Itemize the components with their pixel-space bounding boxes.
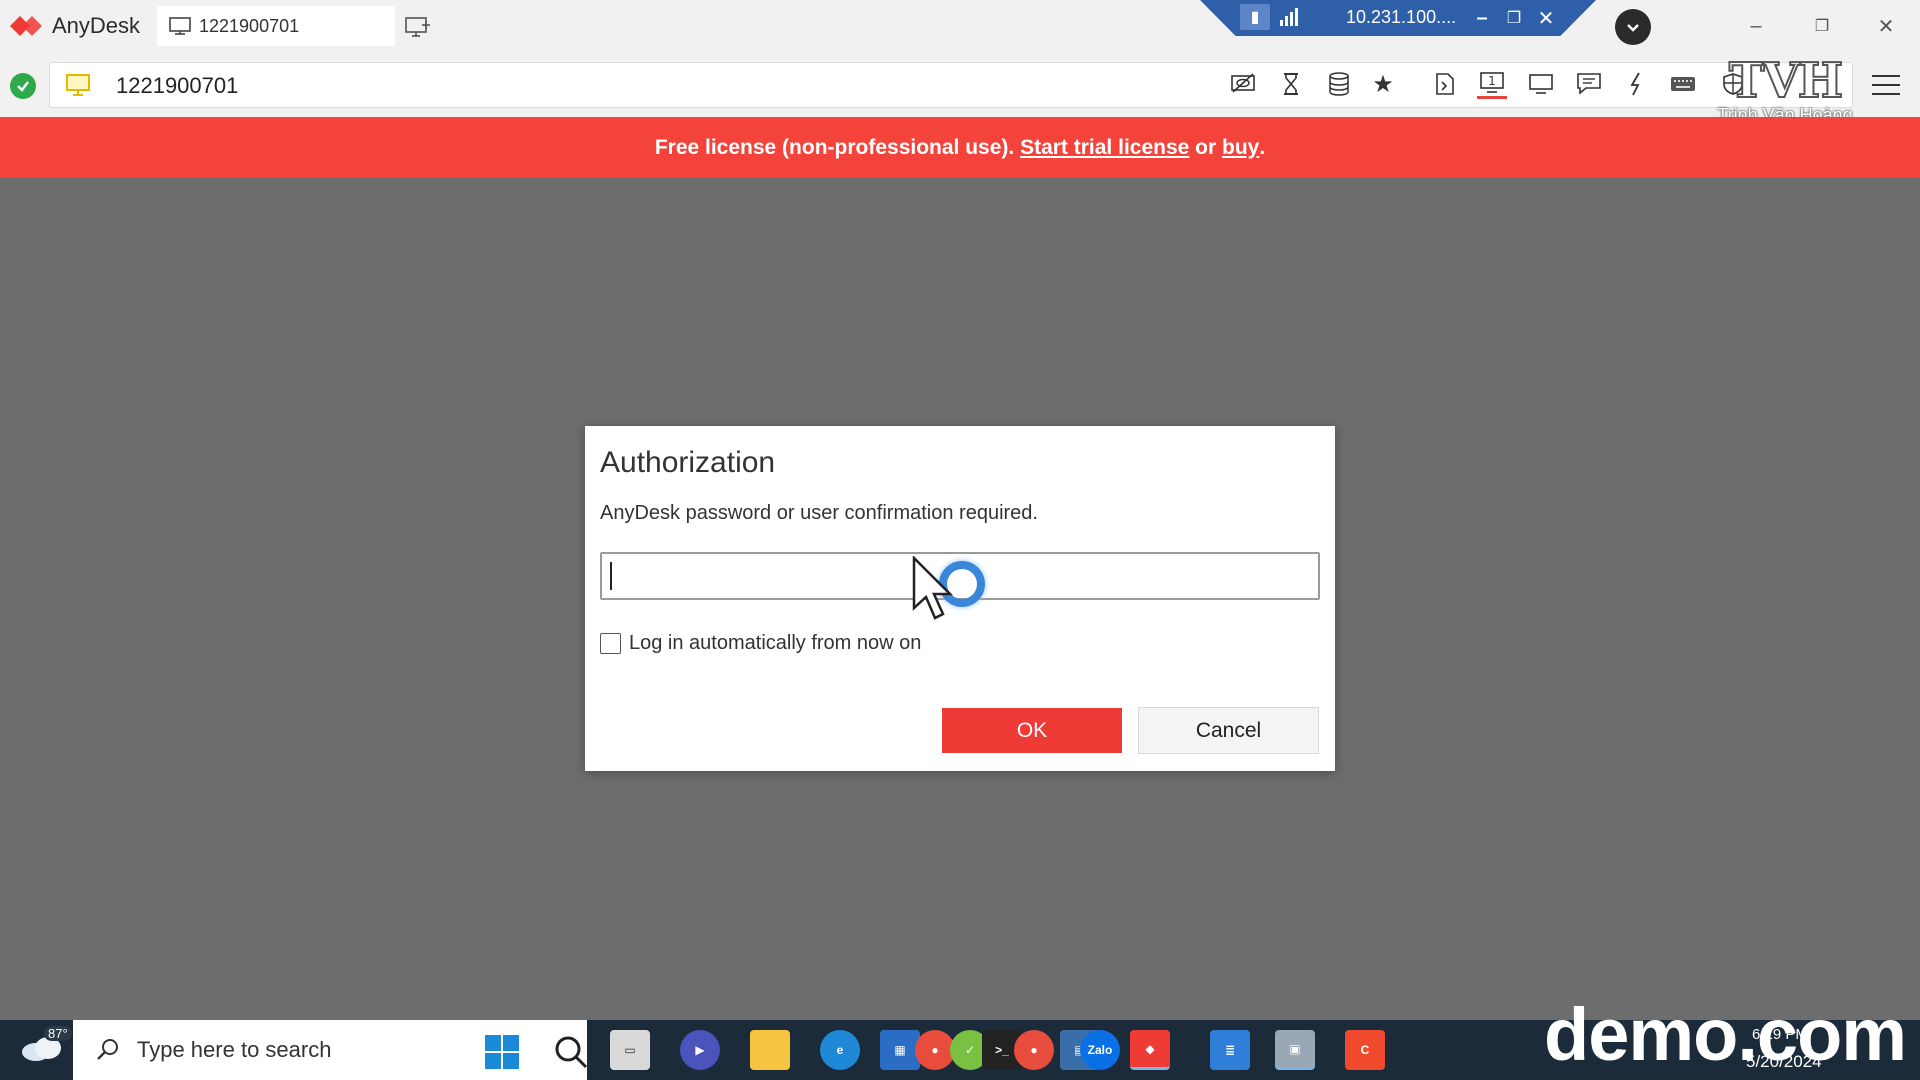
auto-login-checkbox[interactable]: Log in automatically from now on (600, 632, 921, 655)
file-explorer-icon[interactable] (750, 1030, 790, 1070)
monitor-1-icon[interactable]: 1 (1477, 69, 1507, 99)
remote-close-icon[interactable]: ✕ (1532, 4, 1560, 32)
download-arrow-icon (1627, 24, 1639, 32)
teams-icon[interactable]: ▶ (680, 1030, 720, 1070)
address-value: 1221900701 (116, 73, 239, 98)
session-tab-label: 1221900701 (199, 15, 300, 36)
pin-icon[interactable]: ▮ (1240, 4, 1270, 30)
dialog-message: AnyDesk password or user confirmation re… (600, 502, 1038, 524)
display-icon[interactable] (1526, 69, 1556, 99)
watermark-logo: TVH (1728, 52, 1844, 110)
svg-text:1: 1 (1488, 74, 1496, 88)
remote-desk-icon (66, 74, 90, 96)
start-trial-link[interactable]: Start trial license (1020, 136, 1189, 160)
hourglass-icon[interactable] (1276, 69, 1306, 99)
chat-icon[interactable] (1574, 69, 1604, 99)
monitor-icon (169, 17, 191, 35)
auto-login-label: Log in automatically from now on (629, 632, 922, 654)
title-bar: AnyDesk 1221900701 ▮ 10.231.100.... – ❐ … (0, 0, 1920, 53)
search-lens-icon[interactable] (553, 1034, 589, 1070)
red-app-icon[interactable]: C (1345, 1030, 1385, 1070)
database-icon[interactable] (1324, 69, 1354, 99)
edge-icon[interactable]: e (820, 1030, 860, 1070)
remote-restore-icon[interactable]: ❐ (1500, 4, 1528, 32)
app-brand: AnyDesk (10, 12, 140, 40)
checkbox-box[interactable] (600, 633, 621, 654)
task-view-icon[interactable]: ▭ (610, 1030, 650, 1070)
chrome-2-icon[interactable]: ● (1014, 1030, 1054, 1070)
demo-watermark: demo.com (1544, 993, 1907, 1076)
minimize-window-icon[interactable]: – (1738, 10, 1774, 42)
notepad-icon[interactable]: ≣ (1210, 1030, 1250, 1070)
signal-icon (1280, 8, 1298, 26)
remote-ip: 10.231.100.... (1346, 7, 1457, 27)
remote-connection-bar[interactable]: ▮ 10.231.100.... – ❐ ✕ (1200, 0, 1596, 36)
anydesk-logo-icon (10, 16, 42, 36)
banner-suffix: . (1259, 135, 1266, 159)
anydesk-taskbar-icon[interactable]: ◆ (1130, 1030, 1170, 1070)
address-toolbar: 1221900701 ★ 1 TVH Trịnh Văn Hoàng (0, 52, 1920, 125)
buy-link[interactable]: buy (1222, 136, 1259, 160)
lightning-icon[interactable] (1621, 69, 1651, 99)
search-placeholder: Type here to search (137, 1037, 332, 1062)
ok-button[interactable]: OK (942, 708, 1122, 753)
chrome-icon[interactable]: ● (915, 1030, 955, 1070)
account-avatar[interactable] (1615, 9, 1651, 45)
mouse-cursor-icon (912, 556, 954, 620)
zalo-icon[interactable]: Zalo (1080, 1030, 1120, 1070)
windows-start-icon[interactable] (485, 1035, 519, 1069)
file-transfer-icon[interactable] (1430, 69, 1460, 99)
banner-middle: or (1189, 135, 1222, 159)
session-tab[interactable]: 1221900701 (157, 6, 395, 46)
new-session-icon[interactable] (404, 14, 430, 40)
app-name: AnyDesk (52, 13, 141, 38)
privacy-icon[interactable] (1228, 69, 1258, 99)
connection-ok-icon (10, 73, 36, 99)
taskbar-search[interactable]: Type here to search (73, 1020, 589, 1080)
license-banner: Free license (non-professional use). Sta… (0, 117, 1920, 178)
hamburger-menu-icon[interactable] (1872, 71, 1900, 99)
dialog-title: Authorization (600, 446, 776, 479)
close-window-icon[interactable]: ✕ (1868, 10, 1904, 42)
search-icon (97, 1039, 118, 1060)
store-icon[interactable]: ▦ (880, 1030, 920, 1070)
weather-widget[interactable]: 87° (20, 1026, 72, 1068)
keyboard-icon[interactable] (1668, 69, 1698, 99)
remote-desktop-icon[interactable]: ▣ (1275, 1030, 1315, 1070)
star-icon[interactable]: ★ (1368, 69, 1398, 99)
weather-temp: 87° (44, 1026, 72, 1041)
remote-minimize-icon[interactable]: – (1468, 4, 1496, 32)
restore-window-icon[interactable]: ❐ (1804, 10, 1840, 42)
cancel-button[interactable]: Cancel (1138, 707, 1319, 754)
banner-prefix: Free license (non-professional use). (654, 135, 1021, 159)
text-caret (610, 562, 612, 590)
